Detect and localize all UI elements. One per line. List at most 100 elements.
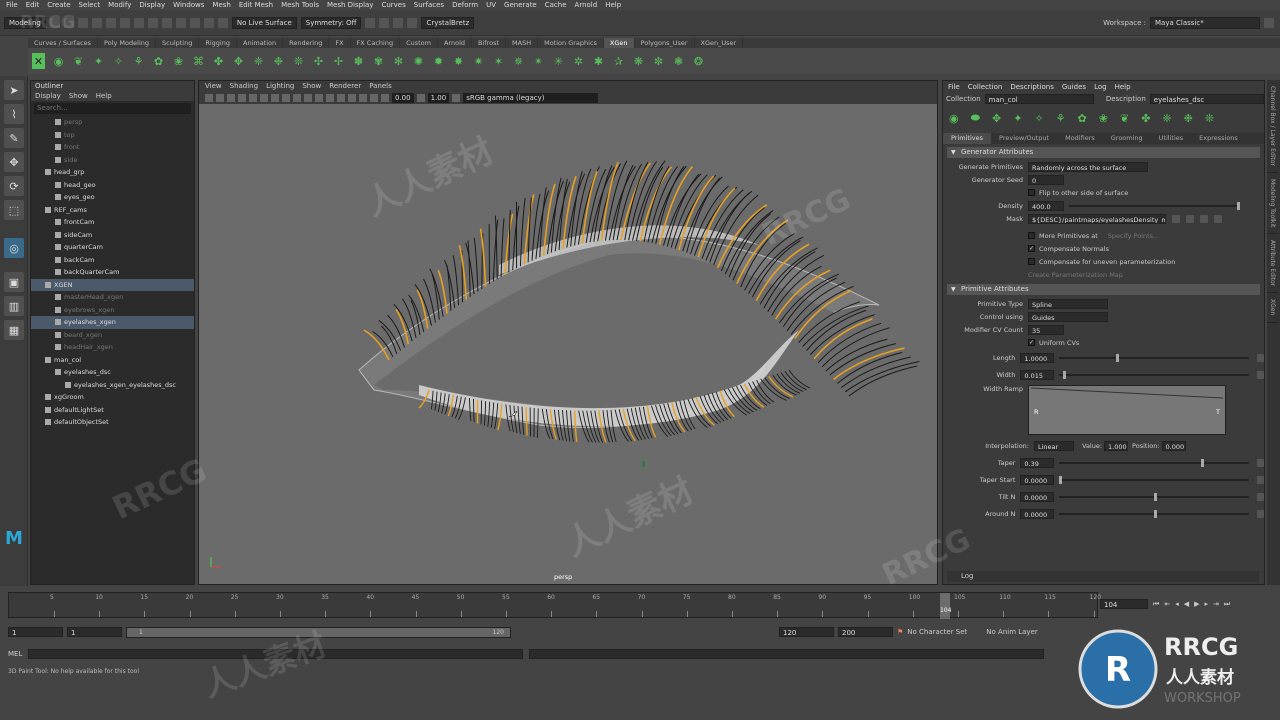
lights-icon[interactable] <box>315 93 323 102</box>
open-scene-icon[interactable] <box>63 17 74 28</box>
xgen-shelf-tool-icon[interactable]: ❋ <box>632 53 645 69</box>
xgen-tab[interactable]: Grooming <box>1103 133 1151 144</box>
shelf-tab[interactable]: Sculpting <box>156 38 200 48</box>
outliner-item[interactable]: man_col <box>31 354 194 367</box>
taper-field[interactable]: 0.39 <box>1020 457 1054 468</box>
side-tab[interactable]: XGen <box>1267 293 1278 323</box>
current-time-marker[interactable] <box>940 593 950 619</box>
collection-dropdown[interactable]: man_col <box>984 94 1094 104</box>
density-field[interactable]: 400.0 <box>1028 200 1064 211</box>
viewport-menu-item[interactable]: View <box>205 81 222 91</box>
outliner-search-input[interactable]: Search... <box>34 103 191 114</box>
viewport-menu-item[interactable]: Lighting <box>266 81 294 91</box>
xgen-menu-item[interactable]: Log <box>1094 81 1107 93</box>
length-field[interactable]: 1.0000 <box>1020 352 1054 363</box>
xgen-shelf-tool-icon[interactable]: ✿ <box>152 53 165 69</box>
shelf-tab[interactable]: Arnold <box>438 38 473 48</box>
current-frame-field[interactable]: 104 <box>1100 599 1148 609</box>
menu-item[interactable]: Mesh Tools <box>279 1 325 9</box>
menu-item[interactable]: Arnold <box>573 1 604 9</box>
xgen-menu-item[interactable]: Help <box>1115 81 1131 93</box>
log-section[interactable]: Log <box>947 571 1259 582</box>
xgen-shelf-tool-icon[interactable]: ✾ <box>372 53 385 69</box>
shelf-tab[interactable]: Animation <box>237 38 284 48</box>
outliner-item[interactable]: head_grp <box>31 166 194 179</box>
camera-attributes-icon[interactable] <box>216 93 224 102</box>
xgen-shelf-tool-icon[interactable]: ✸ <box>452 53 465 69</box>
xgen-tool-icon[interactable]: ✧ <box>1034 112 1043 125</box>
outliner-item[interactable]: eyelashes_xgen_eyelashes_dsc <box>31 379 194 392</box>
ipr-icon[interactable] <box>379 17 390 28</box>
xgen-tab[interactable]: Modifiers <box>1057 133 1103 144</box>
outliner-item[interactable]: side <box>31 154 194 167</box>
xgen-shelf-tool-icon[interactable]: ❀ <box>172 53 185 69</box>
snap-point-icon[interactable] <box>189 17 200 28</box>
outliner-item[interactable]: quarterCam <box>31 241 194 254</box>
taper-start-field[interactable]: 0.0000 <box>1020 474 1054 485</box>
menu-item[interactable]: Help <box>603 1 627 9</box>
expression-menu-icon[interactable] <box>1214 214 1222 223</box>
mel-input[interactable] <box>28 648 524 659</box>
xgen-shelf-tool-icon[interactable]: ✱ <box>592 53 605 69</box>
rotate-tool-icon[interactable]: ⟳ <box>4 176 24 196</box>
around-expression-icon[interactable] <box>1256 509 1264 518</box>
xgen-shelf-tool-icon[interactable]: ✢ <box>332 53 345 69</box>
single-view-layout-icon[interactable]: ▣ <box>4 272 24 292</box>
antialiasing-icon[interactable] <box>348 93 356 102</box>
xgen-menu-item[interactable]: File <box>948 81 960 93</box>
outliner-item[interactable]: eyes_geo <box>31 191 194 204</box>
xgen-shelf-tool-icon[interactable]: ✲ <box>572 53 585 69</box>
generate-primitives-dropdown[interactable]: Randomly across the surface <box>1028 161 1148 172</box>
menu-item[interactable]: Modify <box>106 1 137 9</box>
start-time-field[interactable]: 1 <box>8 627 63 637</box>
menu-item[interactable]: Mesh Display <box>325 1 379 9</box>
side-tab[interactable]: Attribute Editor <box>1267 234 1278 294</box>
outliner-item[interactable]: frontCam <box>31 216 194 229</box>
outliner-item[interactable]: top <box>31 129 194 142</box>
control-using-dropdown[interactable]: Guides <box>1028 311 1108 322</box>
around-slider[interactable] <box>1058 509 1249 518</box>
outliner-item[interactable]: defaultObjectSet <box>31 416 194 429</box>
width-expression-icon[interactable] <box>1256 370 1264 379</box>
wireframe-icon[interactable] <box>282 93 290 102</box>
mask-field[interactable]: ${DESC}/paintmaps/eyelashesDensity_mask <box>1028 213 1166 224</box>
range-slider[interactable]: 1 120 <box>126 626 511 638</box>
menu-item[interactable]: Windows <box>171 1 210 9</box>
render-settings-icon[interactable] <box>393 17 404 28</box>
folder-icon[interactable] <box>1186 214 1194 223</box>
outliner-item[interactable]: beard_xgen <box>31 329 194 342</box>
primitive-attributes-section[interactable]: Primitive Attributes <box>947 284 1260 295</box>
xgen-shelf-tool-icon[interactable]: ⚘ <box>132 53 145 69</box>
taper-start-expression-icon[interactable] <box>1256 475 1264 484</box>
xgen-shelf-tool-icon[interactable]: ✵ <box>512 53 525 69</box>
end-time-field[interactable]: 200 <box>838 627 893 637</box>
select-hierarchy-icon[interactable] <box>119 17 130 28</box>
save-map-icon[interactable] <box>1200 214 1208 223</box>
outliner-menu-item[interactable]: Display <box>35 91 61 101</box>
outliner-item[interactable]: REF_cams <box>31 204 194 217</box>
viewport-menu-item[interactable]: Panels <box>369 81 392 91</box>
play-back-icon[interactable]: ◀ <box>1184 600 1189 608</box>
xgen-tool-icon[interactable]: ✿ <box>1078 112 1087 125</box>
shelf-tab[interactable]: Polygons_User <box>635 38 695 48</box>
isolate-icon[interactable] <box>359 93 367 102</box>
xgen-shelf-tool-icon[interactable]: ✕ <box>32 53 45 69</box>
bookmark-icon[interactable] <box>227 93 235 102</box>
width-slider[interactable] <box>1058 370 1249 379</box>
compensate-normals-checkbox[interactable]: ✓ <box>1028 245 1035 252</box>
side-tab[interactable]: Channel Box / Layer Editor <box>1267 80 1278 173</box>
outliner-item[interactable]: eyelashes_xgen <box>31 316 194 329</box>
xgen-tool-icon[interactable]: ✥ <box>992 112 1001 125</box>
workspace-dropdown[interactable]: Maya Classic* <box>1150 16 1260 29</box>
step-forward-key-icon[interactable]: ⇥ <box>1213 600 1219 608</box>
paint-mask-icon[interactable] <box>1172 214 1180 223</box>
go-start-icon[interactable]: ⏮ <box>1153 600 1159 609</box>
live-surface-dropdown[interactable]: No Live Surface <box>231 16 297 29</box>
shelf-tab[interactable]: Curves / Surfaces <box>28 38 99 48</box>
length-slider[interactable] <box>1058 353 1249 362</box>
viewport-scene[interactable] <box>199 105 937 585</box>
step-back-icon[interactable]: ◂ <box>1175 600 1179 608</box>
xgen-shelf-tool-icon[interactable]: ✴ <box>532 53 545 69</box>
character-set-dropdown[interactable]: No Character Set <box>907 628 982 636</box>
viewport-menu-item[interactable]: Shading <box>230 81 258 91</box>
